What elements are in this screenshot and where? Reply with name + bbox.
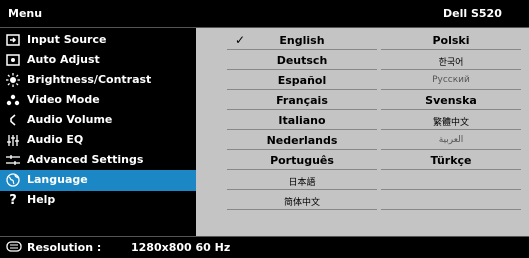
brand-label: Dell S520 [443, 7, 502, 20]
language-option[interactable]: Svenska [381, 90, 521, 110]
sidebar-item-auto-adjust[interactable]: Auto Adjust [0, 50, 196, 71]
language-option[interactable]: Polski [381, 30, 521, 50]
sidebar-item-label: Audio Volume [27, 113, 113, 126]
sidebar-item-video-mode[interactable]: Video Mode [0, 90, 196, 111]
sidebar-item-label: Help [27, 193, 56, 206]
sidebar-item-audio-volume[interactable]: Audio Volume [0, 110, 196, 131]
status-bar: Resolution : 1280x800 60 Hz [0, 237, 529, 258]
language-option[interactable]: 繁體中文 [381, 110, 521, 130]
title-bar: Menu Dell S520 [0, 0, 529, 27]
video-mode-icon [6, 93, 20, 107]
language-option[interactable]: ✓ English [227, 30, 377, 50]
sidebar-item-audio-eq[interactable]: Audio EQ [0, 130, 196, 151]
brightness-icon [6, 73, 20, 87]
language-panel: ✓ English Deutsch Español Français Itali… [196, 28, 529, 236]
language-option[interactable]: Português [227, 150, 377, 170]
resolution-icon [6, 241, 22, 255]
help-icon: ? [9, 192, 17, 208]
auto-adjust-icon [6, 53, 20, 67]
sidebar-item-help[interactable]: ? Help [0, 190, 196, 211]
language-option-empty [381, 170, 521, 190]
status-label: Resolution : [27, 241, 102, 254]
speaker-icon [6, 113, 20, 127]
sidebar-item-label: Auto Adjust [27, 53, 100, 66]
sidebar-item-label: Video Mode [27, 93, 100, 106]
sidebar-item-input-source[interactable]: Input Source [0, 30, 196, 51]
sidebar-item-label: Language [27, 173, 88, 186]
language-option-empty [381, 190, 521, 210]
language-option[interactable]: 简体中文 [227, 190, 377, 210]
sidebar-item-label: Input Source [27, 33, 107, 46]
language-option[interactable]: Español [227, 70, 377, 90]
sidebar-item-label: Audio EQ [27, 133, 84, 146]
language-option[interactable]: Deutsch [227, 50, 377, 70]
language-option[interactable]: العربية [381, 130, 521, 150]
language-option[interactable]: 한국어 [381, 50, 521, 70]
sliders-icon [6, 153, 20, 167]
language-option[interactable]: 日本語 [227, 170, 377, 190]
status-value: 1280x800 60 Hz [131, 241, 231, 254]
menu-title: Menu [8, 7, 43, 20]
sidebar: Input Source Auto Adjust Brightness/Cont… [0, 28, 196, 236]
sidebar-item-label: Brightness/Contrast [27, 73, 152, 86]
language-option[interactable]: Italiano [227, 110, 377, 130]
equalizer-icon [6, 133, 20, 147]
language-option[interactable]: Français [227, 90, 377, 110]
sidebar-item-brightness-contrast[interactable]: Brightness/Contrast [0, 70, 196, 91]
input-source-icon [6, 33, 20, 47]
projector-osd: Menu Dell S520 Input Source Auto Adjust … [0, 0, 529, 258]
sidebar-item-advanced-settings[interactable]: Advanced Settings [0, 150, 196, 171]
sidebar-item-language[interactable]: Language [0, 170, 196, 191]
language-option[interactable]: Русский [381, 70, 521, 90]
globe-icon [6, 173, 20, 187]
language-option[interactable]: Nederlands [227, 130, 377, 150]
sidebar-item-label: Advanced Settings [27, 153, 144, 166]
language-option[interactable]: Türkçe [381, 150, 521, 170]
